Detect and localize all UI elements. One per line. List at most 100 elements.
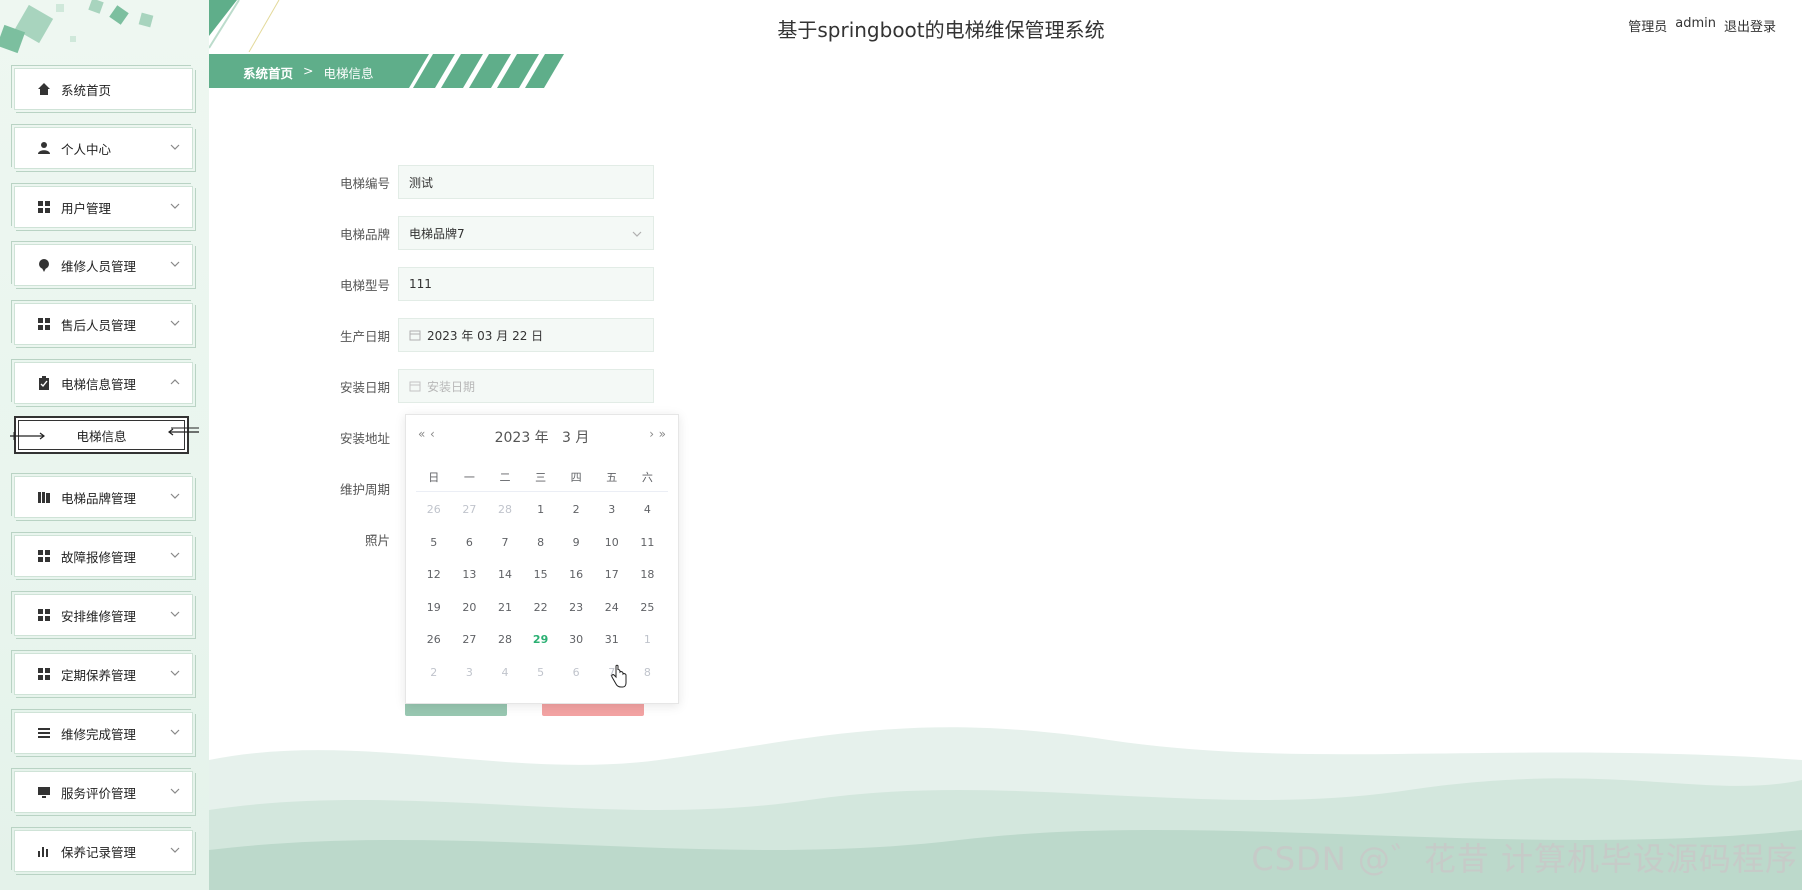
calendar-day[interactable]: 24	[594, 591, 630, 624]
calendar-day[interactable]: 25	[630, 591, 666, 624]
calendar-day[interactable]: 26	[416, 624, 452, 657]
calendar-day[interactable]: 16	[558, 559, 594, 592]
calendar-day[interactable]: 3	[452, 656, 488, 689]
calendar-day[interactable]: 13	[452, 559, 488, 592]
calendar-day[interactable]: 1	[630, 624, 666, 657]
calendar-day[interactable]: 21	[487, 591, 523, 624]
brand-select[interactable]: 电梯品牌7	[398, 216, 654, 250]
sidebar-item-label: 定期保养管理	[61, 667, 137, 683]
date-picker-popup: « ‹ 2023 年 3 月 › » 日一二三四五六 26 27 28 1 2 3 4 5 6 7 8…	[405, 414, 679, 704]
calendar-day[interactable]: 3	[594, 494, 630, 527]
weekday-header: 六	[641, 471, 653, 485]
sidebar-item-label: 维修完成管理	[61, 726, 137, 742]
production-date-value: 2023 年 03 月 22 日	[427, 328, 544, 343]
chevron-down-icon	[168, 843, 182, 857]
calendar-day[interactable]: 17	[594, 559, 630, 592]
sidebar-item-label: 个人中心	[61, 141, 112, 157]
calendar-day[interactable]: 23	[558, 591, 594, 624]
calendar-day[interactable]: 8	[630, 656, 666, 689]
sidebar-item[interactable]: 安排维修管理	[11, 591, 196, 639]
calendar-day[interactable]: 18	[630, 559, 666, 592]
calendar-day[interactable]: 7	[487, 526, 523, 559]
breadcrumb-home[interactable]: 系统首页	[243, 63, 293, 82]
calendar-day[interactable]: 11	[630, 526, 666, 559]
form-row-model: 电梯型号 111	[320, 267, 654, 301]
sidebar-item[interactable]: 个人中心	[11, 124, 196, 172]
calendar-day[interactable]: 27	[452, 494, 488, 527]
model-label: 电梯型号	[339, 277, 390, 293]
calendar-day[interactable]: 6	[452, 526, 488, 559]
production-date-input[interactable]: 2023 年 03 月 22 日	[398, 318, 654, 352]
sidebar-item[interactable]: 售后人员管理	[11, 300, 196, 348]
arrow-left-icon	[168, 427, 199, 436]
install-date-placeholder: 安装日期	[427, 379, 476, 394]
grid-icon	[37, 317, 51, 331]
sidebar-item[interactable]: 维修人员管理	[11, 241, 196, 289]
elevator-no-input[interactable]: 测试	[398, 165, 654, 199]
user-role: 管理员	[1628, 20, 1668, 35]
next-month-button[interactable]: ›	[649, 427, 654, 441]
sidebar-item-label: 维修人员管理	[61, 258, 137, 274]
sidebar-item[interactable]: 用户管理	[11, 183, 196, 231]
sidebar-subitem-elevator-info[interactable]: 电梯信息	[10, 416, 199, 454]
sidebar-item[interactable]: 故障报修管理	[11, 532, 196, 580]
form-row-production-date: 生产日期 2023 年 03 月 22 日	[320, 318, 654, 352]
calendar-day[interactable]: 5	[416, 526, 452, 559]
calendar-icon	[409, 381, 421, 392]
chevron-down-icon	[168, 199, 182, 213]
calendar-icon	[409, 330, 421, 341]
logout-button[interactable]: 退出登录	[1724, 16, 1776, 35]
calendar-day[interactable]: 31	[594, 624, 630, 657]
sidebar-item[interactable]: 系统首页	[11, 65, 196, 113]
calendar-day[interactable]: 2	[558, 494, 594, 527]
calendar-day[interactable]: 1	[523, 494, 559, 527]
calendar-day[interactable]: 27	[452, 624, 488, 657]
calendar-day[interactable]: 20	[452, 591, 488, 624]
sidebar-item[interactable]: 定期保养管理	[11, 650, 196, 698]
chevron-down-icon	[168, 140, 182, 154]
brand-label: 电梯品牌	[339, 226, 390, 242]
calendar-year[interactable]: 2023 年	[495, 430, 549, 446]
sidebar-item[interactable]: 保养记录管理	[11, 827, 196, 875]
model-input[interactable]: 111	[398, 267, 654, 301]
calendar-day[interactable]: 30	[558, 624, 594, 657]
calendar-day[interactable]: 12	[416, 559, 452, 592]
calendar-day-today[interactable]: 29	[523, 624, 559, 657]
form-row-install-address: 安装地址	[320, 420, 398, 454]
calendar-day[interactable]: 6	[558, 656, 594, 689]
calendar-day[interactable]: 15	[523, 559, 559, 592]
calendar-day[interactable]: 8	[523, 526, 559, 559]
calendar-day[interactable]: 2	[416, 656, 452, 689]
form-row-install-date: 安装日期 安装日期	[320, 369, 654, 403]
calendar-month[interactable]: 3 月	[562, 430, 589, 446]
calendar-day[interactable]: 28	[487, 494, 523, 527]
calendar-day[interactable]: 10	[594, 526, 630, 559]
header-user: 管理员 admin 退出登录	[1628, 16, 1776, 35]
sidebar-item[interactable]: 维修完成管理	[11, 709, 196, 757]
user-icon	[37, 141, 51, 155]
sidebar-item[interactable]: 电梯品牌管理	[11, 473, 196, 521]
calendar-day[interactable]: 4	[487, 656, 523, 689]
clipboard-icon	[37, 376, 51, 390]
calendar-day[interactable]: 4	[630, 494, 666, 527]
calendar-day[interactable]: 22	[523, 591, 559, 624]
install-date-input[interactable]: 安装日期	[398, 369, 654, 403]
form-row-brand: 电梯品牌 电梯品牌7	[320, 216, 654, 250]
calendar-day[interactable]: 28	[487, 624, 523, 657]
grid-icon	[37, 667, 51, 681]
sidebar-item[interactable]: 电梯信息管理	[11, 359, 196, 407]
calendar-day[interactable]: 9	[558, 526, 594, 559]
calendar-day[interactable]: 5	[523, 656, 559, 689]
form-row-photo: 照片	[320, 522, 398, 556]
calendar-day[interactable]: 26	[416, 494, 452, 527]
sidebar-item[interactable]: 服务评价管理	[11, 768, 196, 816]
production-date-label: 生产日期	[339, 328, 390, 344]
arrow-right-icon	[10, 432, 45, 440]
calendar-day[interactable]: 14	[487, 559, 523, 592]
calendar-grid: 日一二三四五六 26 27 28 1 2 3 4 5 6 7 8 9 10 11 12 13 14 15 16 17 18…	[416, 461, 665, 689]
sidebar-item-label: 电梯信息管理	[61, 376, 137, 392]
calendar-day[interactable]: 19	[416, 591, 452, 624]
next-year-button[interactable]: »	[659, 427, 666, 441]
weekday-header: 五	[606, 471, 618, 485]
grid-icon	[37, 200, 51, 214]
